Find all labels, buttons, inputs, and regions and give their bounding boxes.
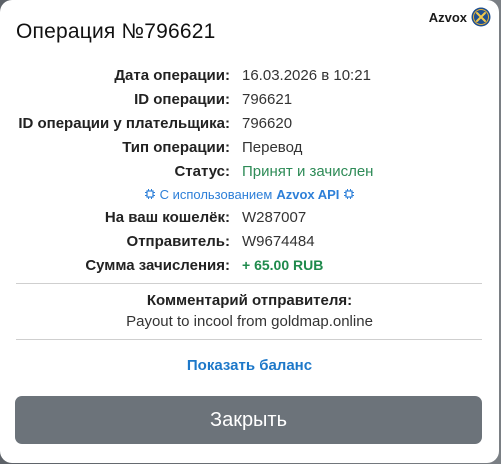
show-balance-link[interactable]: Показать баланс — [0, 357, 499, 374]
detail-row-status: Статус: Принят и зачислен — [0, 159, 499, 183]
detail-row-date: Дата операции: 16.03.2026 в 10:21 — [0, 63, 499, 87]
divider — [16, 283, 482, 284]
detail-row-sender: Отправитель: W9674484 — [0, 229, 499, 253]
detail-value: Перевод — [242, 138, 303, 156]
detail-label: Отправитель: — [126, 232, 230, 250]
detail-label: ID операции у плательщика: — [18, 114, 230, 132]
detail-row-wallet: На ваш кошелёк: W287007 — [0, 205, 499, 229]
chip-icon — [144, 189, 155, 199]
api-note-prefix: С использованием — [159, 186, 273, 202]
detail-value: 796620 — [242, 114, 293, 132]
detail-row-amount: Сумма зачисления: + 65.00 RUB — [0, 253, 499, 277]
detail-label: Статус: — [174, 162, 230, 180]
api-note: С использованием Azvox API — [0, 183, 499, 205]
operation-details: Дата операции: 16.03.2026 в 10:21 ID опе… — [0, 63, 499, 277]
brand: Azvox — [429, 7, 491, 27]
status-value: Принят и зачислен — [242, 162, 374, 180]
detail-row-payer-operation-id: ID операции у плательщика: 796620 — [0, 111, 499, 135]
detail-label: Дата операции: — [114, 66, 230, 84]
detail-value: 796621 — [242, 90, 293, 108]
brand-name: Azvox — [428, 9, 467, 25]
comment-text: Payout to incool from goldmap.online — [126, 313, 373, 330]
comment-title: Комментарий отправителя: — [146, 292, 353, 309]
close-button[interactable]: Закрыть — [15, 396, 482, 444]
amount-value: + 65.00 RUB — [242, 257, 324, 273]
detail-value: 16.03.2026 в 10:21 — [242, 66, 371, 84]
detail-row-operation-id: ID операции: 796621 — [0, 87, 499, 111]
detail-label: ID операции: — [134, 90, 230, 108]
detail-label: Тип операции: — [122, 138, 230, 156]
api-note-brand: Azvox API — [276, 186, 340, 202]
detail-label: На ваш кошелёк: — [104, 208, 230, 226]
detail-value: W9674484 — [242, 232, 315, 250]
detail-row-operation-type: Тип операции: Перевод — [0, 135, 499, 159]
modal-title: Операция №796621 — [16, 20, 216, 43]
detail-label: Сумма зачисления: — [85, 256, 230, 274]
azvox-logo-icon — [471, 7, 491, 27]
detail-value: W287007 — [242, 208, 307, 226]
chip-icon — [344, 189, 355, 199]
operation-modal: Azvox Операция №796621 Дата операции: 16… — [0, 0, 499, 463]
divider — [16, 339, 482, 340]
